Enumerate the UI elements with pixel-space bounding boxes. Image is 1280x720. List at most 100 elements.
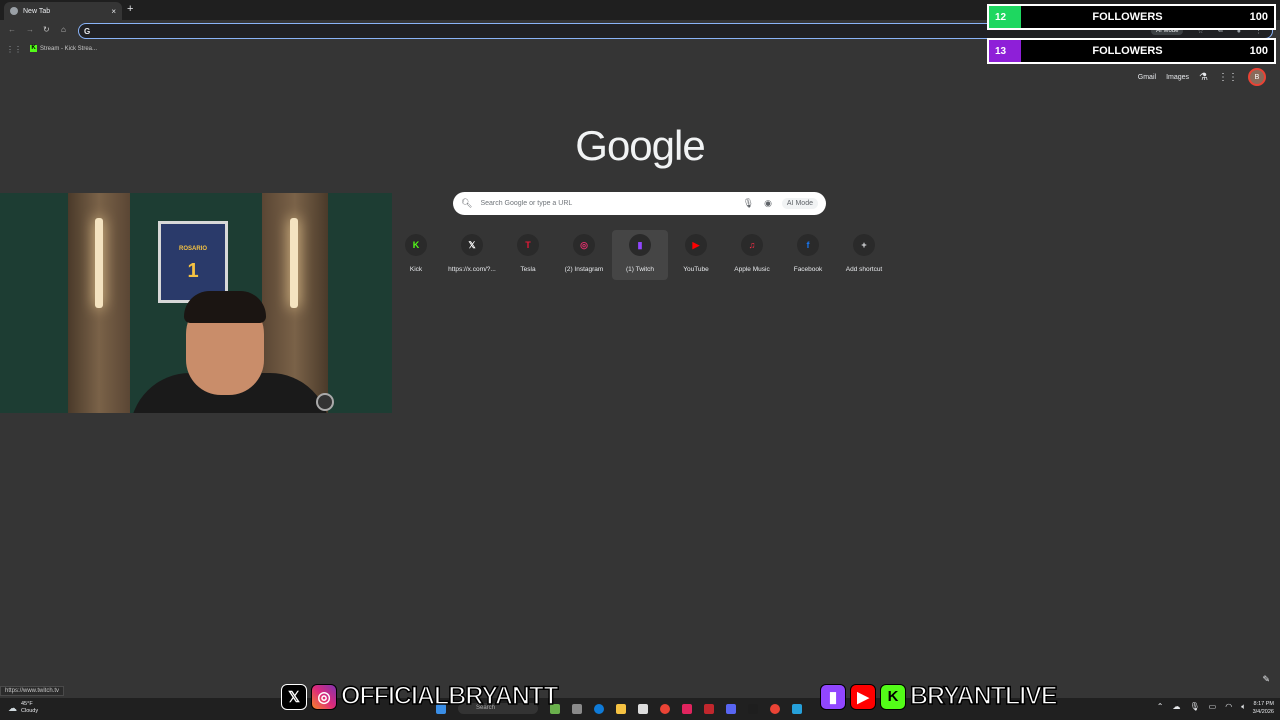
wifi-icon[interactable]: ◠ [1225, 702, 1232, 712]
terminal-icon[interactable] [748, 703, 758, 714]
shortcut-tesla[interactable]: T Tesla [500, 230, 556, 280]
app-red-icon[interactable] [682, 703, 692, 714]
edge-icon[interactable] [594, 703, 604, 714]
chair-emblem [316, 393, 334, 411]
customize-pencil-icon[interactable]: ✎ [1262, 674, 1270, 685]
streamer-hair [184, 291, 266, 323]
plus-icon: + [853, 234, 875, 256]
file-explorer-icon[interactable] [616, 703, 626, 714]
google-apps-icon[interactable]: ⋮⋮ [1218, 72, 1238, 83]
jersey-number: 1 [187, 260, 199, 282]
shortcut-apple-music[interactable]: ♫ Apple Music [724, 230, 780, 280]
apple-music-icon: ♫ [741, 234, 763, 256]
camera-lens-icon[interactable]: ◉ [764, 198, 772, 209]
search-icon: 🔍︎ [461, 198, 473, 208]
chrome-favicon-icon [10, 7, 18, 15]
weather-text: 45°F Cloudy [21, 701, 38, 715]
follower-goal: 100 [1249, 45, 1268, 57]
follower-goal: 100 [1249, 11, 1268, 23]
follower-label: FOLLOWERS [1092, 11, 1163, 23]
display-icon[interactable]: ▭ [1209, 702, 1217, 712]
webcam-feed: ROSARIO 1 [0, 193, 392, 413]
account-avatar[interactable]: B [1248, 68, 1266, 86]
follower-count: 13 [989, 40, 1021, 62]
task-view-icon[interactable] [572, 703, 582, 714]
tesla-icon: T [517, 234, 539, 256]
kick-icon: K [880, 683, 906, 710]
shortcut-label: (2) Instagram [564, 266, 604, 273]
x-icon: 𝕏 [281, 683, 307, 710]
youtube-icon: ▶ [850, 683, 876, 710]
google-logo: Google [575, 122, 705, 169]
shortcut-x[interactable]: 𝕏 https://x.com/?... [444, 230, 500, 280]
search-input[interactable] [480, 200, 743, 207]
tray-chevron-icon[interactable]: ⌃ [1157, 702, 1164, 712]
chrome-active-icon[interactable] [770, 703, 780, 714]
onedrive-icon[interactable]: ☁ [1172, 702, 1180, 712]
shortcut-label: Facebook [793, 266, 823, 273]
facebook-icon: f [797, 234, 819, 256]
instagram-icon: ◎ [573, 234, 595, 256]
clock-time: 8:17 PM [1253, 701, 1274, 707]
shortcut-label: https://x.com/?... [448, 266, 496, 273]
tab-close-icon[interactable]: × [111, 7, 116, 16]
labs-flask-icon[interactable]: ⚗ [1199, 72, 1208, 83]
store-icon[interactable] [638, 703, 648, 714]
kick-icon: K [405, 234, 427, 256]
clock-date: 3/4/2026 [1252, 709, 1274, 715]
follower-goal-bar-1: 12 FOLLOWERS 100 [987, 4, 1276, 30]
tab-new-tab[interactable]: New Tab × [4, 2, 122, 20]
instagram-icon: ◎ [311, 683, 337, 710]
status-url-bubble: https://www.twitch.tv [0, 686, 65, 696]
search-box-actions: 🎙︎ ◉ AI Mode [743, 198, 818, 209]
gmail-link[interactable]: Gmail [1138, 74, 1156, 81]
tab-title: New Tab [23, 7, 51, 15]
cloud-icon: ☁ [8, 702, 17, 713]
shortcut-add[interactable]: + Add shortcut [836, 230, 892, 280]
bookmark-kick-stream[interactable]: K Stream - Kick Strea... [30, 45, 97, 52]
mic-tray-icon[interactable]: 🎙︎ [1189, 702, 1199, 712]
weather-temp: 45°F [21, 701, 33, 707]
shortcut-kick[interactable]: K Kick [388, 230, 444, 280]
shortcut-label: YouTube [683, 266, 709, 273]
home-icon[interactable]: ⌂ [61, 25, 66, 34]
back-icon[interactable]: ← [8, 25, 16, 34]
follower-goal-bar-2: 13 FOLLOWERS 100 [987, 38, 1276, 64]
app-blue-icon[interactable] [792, 703, 802, 714]
google-search-box[interactable]: 🔍︎ 🎙︎ ◉ AI Mode [453, 192, 826, 215]
twitch-icon: ▮ [820, 683, 846, 710]
apps-grid-icon[interactable]: ⋮⋮ [6, 45, 22, 54]
weather-widget[interactable]: ☁ 45°F Cloudy [8, 701, 38, 715]
wall-light-left [95, 218, 103, 308]
social-handle: BRYANTLIVE [909, 681, 1058, 711]
shortcut-label: Kick [409, 266, 423, 273]
shortcut-label: Tesla [520, 266, 536, 273]
x-icon: 𝕏 [461, 234, 483, 256]
forward-icon[interactable]: → [26, 25, 34, 34]
jersey-name: ROSARIO [178, 246, 207, 252]
bookmark-label: Stream - Kick Strea... [40, 45, 98, 52]
social-handle: OFFICIALBRYANTT [340, 681, 559, 711]
volume-icon[interactable]: 🔈︎ [1241, 702, 1246, 712]
shortcut-facebook[interactable]: f Facebook [780, 230, 836, 280]
google-g-icon: G [84, 26, 91, 36]
adobe-icon[interactable] [704, 703, 714, 714]
taskbar-clock[interactable]: 8:17 PM 3/4/2026 [1253, 700, 1274, 716]
weather-desc: Cloudy [21, 708, 39, 714]
follower-count: 12 [989, 6, 1021, 28]
shortcut-label: Apple Music [734, 266, 770, 273]
shortcut-twitch[interactable]: ▮ (1) Twitch [612, 230, 668, 280]
shortcut-instagram[interactable]: ◎ (2) Instagram [556, 230, 612, 280]
new-tab-button[interactable]: + [127, 3, 133, 15]
shortcut-youtube[interactable]: ▶ YouTube [668, 230, 724, 280]
shortcut-label: (1) Twitch [625, 266, 655, 273]
social-overlay-right: ▮ ▶ K BRYANTLIVE [820, 681, 1058, 711]
microphone-icon[interactable]: 🎙︎ [743, 198, 754, 209]
discord-icon[interactable] [726, 703, 736, 714]
images-link[interactable]: Images [1166, 74, 1189, 81]
reload-icon[interactable]: ↻ [43, 25, 50, 34]
chrome-icon[interactable] [660, 703, 670, 714]
twitch-icon: ▮ [629, 234, 651, 256]
follower-label: FOLLOWERS [1092, 45, 1163, 57]
ai-mode-button[interactable]: AI Mode [781, 198, 818, 209]
